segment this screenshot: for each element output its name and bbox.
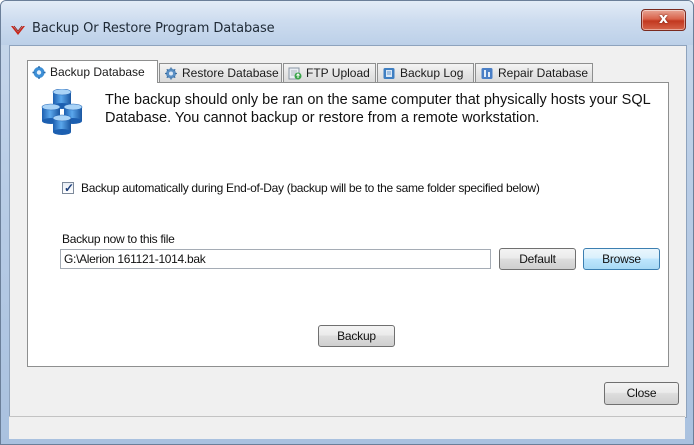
tab-label: Restore Database <box>182 66 279 80</box>
database-stack-icon <box>41 89 83 135</box>
tab-label: FTP Upload <box>306 66 370 80</box>
checkmark-icon: ✓ <box>63 181 75 195</box>
database-gear-icon <box>32 66 46 79</box>
info-line-2: Database. You cannot backup or restore f… <box>105 110 540 126</box>
default-button[interactable]: Default <box>499 248 576 270</box>
restore-gear-icon <box>165 67 177 80</box>
backup-path-label: Backup now to this file <box>62 232 175 246</box>
close-button[interactable]: Close <box>604 382 679 405</box>
backup-log-icon <box>383 68 395 79</box>
backup-info-text: The backup should only be ran on the sam… <box>105 91 660 127</box>
info-line-1: The backup should only be ran on the sam… <box>105 92 651 108</box>
window-close-button[interactable]: x <box>641 9 686 31</box>
tab-label: Backup Database <box>50 65 145 79</box>
window-title: Backup Or Restore Program Database <box>32 21 275 36</box>
backup-database-tab-page: The backup should only be ran on the sam… <box>27 82 669 367</box>
browse-button[interactable]: Browse <box>583 248 660 270</box>
title-bar[interactable]: Backup Or Restore Program Database x <box>1 1 693 45</box>
backup-path-input[interactable] <box>60 249 491 269</box>
dialog-window: Backup Or Restore Program Database x Bac… <box>0 0 694 445</box>
repair-database-icon <box>481 68 493 79</box>
tab-ftp-upload[interactable]: FTP Upload <box>283 63 376 82</box>
tab-restore-database[interactable]: Restore Database <box>159 63 282 82</box>
auto-backup-label[interactable]: Backup automatically during End-of-Day (… <box>81 181 540 195</box>
status-bar <box>9 416 685 439</box>
red-chevron-logo-icon <box>11 25 25 35</box>
auto-backup-checkbox[interactable]: ✓ <box>62 181 75 195</box>
backup-button[interactable]: Backup <box>318 325 395 347</box>
tab-repair-database[interactable]: Repair Database <box>475 63 593 82</box>
tab-label: Backup Log <box>400 66 464 80</box>
ftp-upload-icon <box>288 67 302 80</box>
tab-label: Repair Database <box>498 66 589 80</box>
close-icon: x <box>658 11 669 27</box>
tab-backup-log[interactable]: Backup Log <box>377 63 474 82</box>
tab-backup-database[interactable]: Backup Database <box>27 60 158 83</box>
